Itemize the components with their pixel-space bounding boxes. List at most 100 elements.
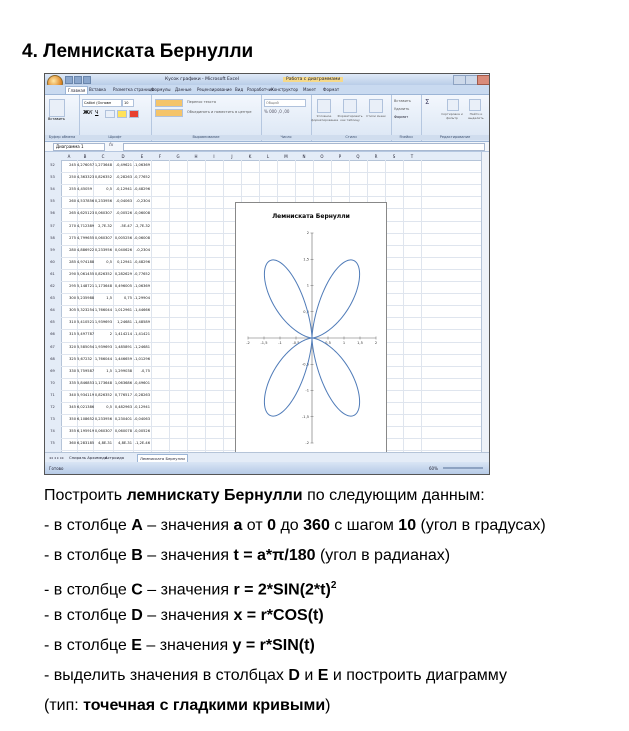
- table-cell[interactable]: 4,276057: [77, 163, 94, 167]
- table-cell[interactable]: 2: [93, 332, 112, 336]
- table-cell[interactable]: 4,537856: [77, 199, 94, 203]
- table-cell[interactable]: 0,233956: [93, 248, 112, 252]
- table-cell[interactable]: -0,28263: [133, 393, 150, 397]
- table-cell[interactable]: -0,06008: [133, 211, 150, 215]
- table-cell[interactable]: -0,49621: [113, 163, 132, 167]
- table-cell[interactable]: 0,230401: [113, 417, 132, 421]
- column-header[interactable]: F: [151, 154, 169, 159]
- table-cell[interactable]: -0,12941: [113, 187, 132, 191]
- table-cell[interactable]: 0,496005: [113, 284, 132, 288]
- row-number[interactable]: 66: [45, 332, 60, 336]
- table-cell[interactable]: 355: [61, 429, 76, 433]
- tab-9[interactable]: Конструктор: [271, 87, 298, 92]
- table-cell[interactable]: 4,45059: [77, 187, 92, 191]
- table-cell[interactable]: -0,2304: [133, 248, 150, 252]
- table-cell[interactable]: 0,75: [113, 296, 132, 300]
- number-format-select[interactable]: Общий: [264, 99, 306, 107]
- table-cell[interactable]: 5,061455: [77, 272, 94, 276]
- borders-icon[interactable]: [105, 110, 115, 118]
- table-cell[interactable]: 1,273648: [93, 163, 112, 167]
- table-cell[interactable]: -1,41421: [133, 332, 150, 336]
- tab-8[interactable]: Разработчик: [247, 87, 274, 92]
- row-number[interactable]: 67: [45, 345, 60, 349]
- chart[interactable]: Лемниската Бернулли -2 -1,5 -1 -0,5 0,5 1 1,5 2…: [235, 202, 387, 458]
- row-number[interactable]: 53: [45, 175, 60, 179]
- redo-icon[interactable]: [83, 76, 91, 84]
- column-header[interactable]: N: [295, 154, 313, 159]
- table-cell[interactable]: 4,712389: [77, 224, 94, 228]
- table-cell[interactable]: -0,00526: [133, 429, 150, 433]
- font-color-icon[interactable]: [129, 110, 139, 118]
- table-cell[interactable]: 330: [61, 369, 76, 373]
- table-cell[interactable]: -1,06369: [133, 284, 150, 288]
- table-cell[interactable]: 0,5: [93, 260, 112, 264]
- save-icon[interactable]: [65, 76, 73, 84]
- row-number[interactable]: 64: [45, 308, 60, 312]
- column-header[interactable]: G: [169, 154, 187, 159]
- table-cell[interactable]: -1,44666: [133, 308, 150, 312]
- tab-11[interactable]: Формат: [323, 87, 339, 92]
- table-cell[interactable]: 295: [61, 284, 76, 288]
- column-header[interactable]: L: [259, 154, 277, 159]
- cell-styles-icon[interactable]: [369, 99, 383, 113]
- table-cell[interactable]: -0,77652: [133, 272, 150, 276]
- row-number[interactable]: 74: [45, 429, 60, 433]
- sort-filter-icon[interactable]: [447, 99, 459, 111]
- table-cell[interactable]: 265: [61, 211, 76, 215]
- table-cell[interactable]: 1,766044: [93, 308, 112, 312]
- table-cell[interactable]: 6,021386: [77, 405, 94, 409]
- table-cell[interactable]: 5,934119: [77, 393, 94, 397]
- table-cell[interactable]: 1,939693: [93, 345, 112, 349]
- tab-5[interactable]: Данные: [175, 87, 191, 92]
- tab-10[interactable]: Макет: [303, 87, 316, 92]
- table-cell[interactable]: -0,75: [133, 369, 150, 373]
- table-cell[interactable]: 345: [61, 405, 76, 409]
- table-cell[interactable]: -0,04063: [133, 417, 150, 421]
- table-cell[interactable]: 0,005256: [113, 236, 132, 240]
- table-cell[interactable]: -1,01296: [133, 357, 150, 361]
- tab-6[interactable]: Рецензирование: [197, 87, 232, 92]
- table-cell[interactable]: 0,826352: [93, 175, 112, 179]
- table-cell[interactable]: 1,5: [93, 296, 112, 300]
- table-cell[interactable]: 250: [61, 175, 76, 179]
- table-cell[interactable]: 5,235988: [77, 296, 94, 300]
- tab-2[interactable]: Вставка: [89, 87, 106, 92]
- table-cell[interactable]: -2,7E-32: [133, 224, 150, 228]
- table-cell[interactable]: 4,8E-31: [113, 441, 132, 445]
- table-cell[interactable]: 0,060307: [93, 211, 112, 215]
- table-cell[interactable]: -0,28263: [113, 175, 132, 179]
- table-cell[interactable]: 0,060078: [113, 429, 132, 433]
- column-header[interactable]: B: [77, 154, 93, 159]
- undo-icon[interactable]: [74, 76, 82, 84]
- row-number[interactable]: 72: [45, 405, 60, 409]
- table-cell[interactable]: 320: [61, 345, 76, 349]
- table-cell[interactable]: 4,886922: [77, 248, 94, 252]
- table-cell[interactable]: 310: [61, 320, 76, 324]
- table-cell[interactable]: 0,060307: [93, 236, 112, 240]
- column-header[interactable]: P: [331, 154, 349, 159]
- table-cell[interactable]: 0,776517: [113, 393, 132, 397]
- table-cell[interactable]: 5,759587: [77, 369, 94, 373]
- row-number[interactable]: 57: [45, 224, 60, 228]
- table-cell[interactable]: -0,48296: [133, 187, 150, 191]
- table-cell[interactable]: 1,939693: [93, 320, 112, 324]
- row-number[interactable]: 52: [45, 163, 60, 167]
- table-cell[interactable]: 290: [61, 272, 76, 276]
- row-number[interactable]: 65: [45, 320, 60, 324]
- conditional-format-icon[interactable]: [317, 99, 331, 113]
- row-number[interactable]: 58: [45, 236, 60, 240]
- column-header[interactable]: A: [61, 154, 77, 159]
- row-number[interactable]: 73: [45, 417, 60, 421]
- column-header[interactable]: T: [403, 154, 421, 159]
- table-cell[interactable]: 4,974188: [77, 260, 94, 264]
- number-format-buttons[interactable]: % 000 ,0 ,00: [264, 109, 289, 114]
- underline-button[interactable]: Ч: [95, 110, 98, 116]
- row-number[interactable]: 60: [45, 260, 60, 264]
- row-number[interactable]: 75: [45, 441, 60, 445]
- paste-icon[interactable]: [49, 99, 65, 117]
- row-number[interactable]: 55: [45, 199, 60, 203]
- table-cell[interactable]: 255: [61, 187, 76, 191]
- table-cell[interactable]: 1,485891: [113, 345, 132, 349]
- italic-button[interactable]: К: [89, 110, 93, 116]
- column-header[interactable]: D: [113, 154, 133, 159]
